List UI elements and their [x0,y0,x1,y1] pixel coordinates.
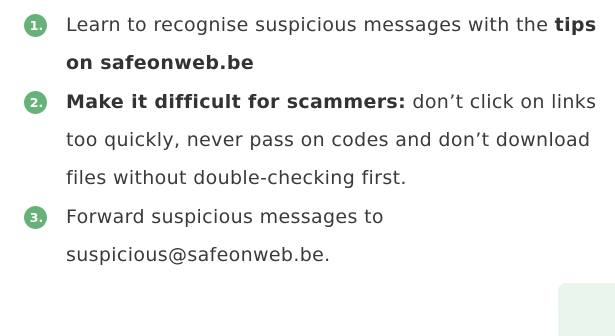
step-number-badge: 1. [24,14,47,37]
list-item-3: 3. Forward suspicious messages to suspic… [24,198,609,274]
step-number-badge: 2. [24,91,47,114]
step-2-heading: Make it difficult for scammers: [66,91,407,113]
step-1-text: Learn to recognise suspicious messages w… [66,14,555,36]
decorative-corner-shape [558,283,615,336]
step-3-text: Forward suspicious messages to suspiciou… [66,206,384,266]
tips-list: 1. Learn to recognise suspicious message… [24,6,609,274]
list-item-2: 2. Make it difficult for scammers: don’t… [24,83,609,197]
step-number-badge: 3. [24,206,47,229]
list-item-1: 1. Learn to recognise suspicious message… [24,6,609,82]
